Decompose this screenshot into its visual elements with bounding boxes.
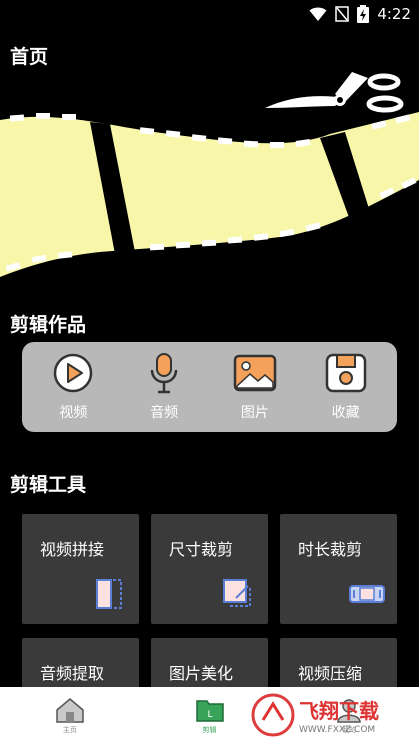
page-title: 首页	[10, 46, 49, 68]
status-time: 4:22	[377, 5, 411, 23]
microphone-icon	[150, 353, 178, 394]
folder-icon: L	[195, 699, 224, 722]
duration-trim-icon	[349, 585, 385, 603]
tool-crop-size[interactable]: 尺寸裁剪	[151, 514, 268, 624]
image-icon	[233, 354, 277, 392]
tool-duration-trim[interactable]: 时长裁剪	[280, 514, 397, 624]
favorite-box-icon	[325, 353, 366, 393]
work-item-favorites-label: 收藏	[331, 405, 360, 421]
tool-duration-trim-label: 时长裁剪	[298, 540, 363, 559]
work-item-video-label: 视频	[59, 405, 88, 421]
work-item-video[interactable]: 视频	[33, 352, 113, 422]
nav-edit-label: 剪辑	[202, 725, 217, 734]
tool-audio-extract-label: 音频提取	[40, 664, 105, 683]
site-watermark: 飞翔下载 WWW.FXXZ.COM	[251, 693, 379, 737]
battery-charging-icon	[357, 5, 370, 23]
tools-section-title: 剪辑工具	[10, 474, 87, 496]
scissors-icon	[265, 72, 404, 113]
work-item-image[interactable]: 图片	[215, 352, 295, 422]
film-strip-banner	[0, 72, 419, 277]
work-item-favorites[interactable]: 收藏	[306, 352, 386, 422]
status-bar: 4:22	[0, 0, 419, 30]
watermark-text: 飞翔下载	[299, 699, 379, 723]
nav-home[interactable]: 主页	[0, 687, 140, 744]
tool-video-compress-label: 视频压缩	[298, 664, 363, 683]
video-join-icon	[96, 579, 122, 609]
tool-crop-size-label: 尺寸裁剪	[169, 540, 234, 559]
work-item-audio[interactable]: 音频	[124, 352, 204, 422]
tool-video-join-label: 视频拼接	[40, 540, 105, 559]
signal-off-icon	[335, 6, 350, 22]
play-icon	[54, 353, 93, 393]
tool-image-beautify-label: 图片美化	[169, 664, 234, 683]
work-item-image-label: 图片	[240, 405, 269, 421]
works-section-title: 剪辑作品	[10, 314, 87, 336]
svg-text:L: L	[207, 710, 212, 720]
crop-size-icon	[223, 579, 251, 607]
watermark-url: WWW.FXXZ.COM	[299, 725, 375, 735]
home-icon	[56, 697, 84, 723]
nav-home-label: 主页	[62, 725, 77, 734]
wifi-icon	[309, 7, 327, 21]
work-item-audio-label: 音频	[150, 405, 179, 421]
works-card: 视频 音频 图片 收藏	[22, 342, 397, 432]
tool-video-join[interactable]: 视频拼接	[22, 514, 139, 624]
